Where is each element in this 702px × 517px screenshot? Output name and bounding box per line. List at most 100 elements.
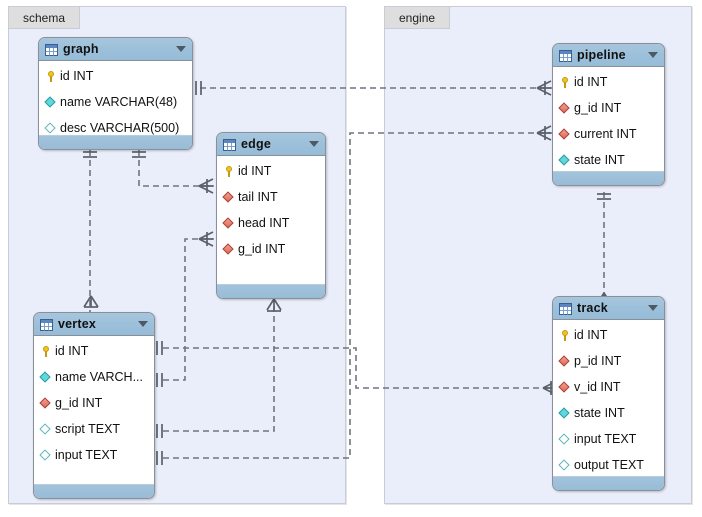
table-icon (40, 318, 53, 331)
table-graph-footer (39, 135, 192, 149)
table-icon (559, 302, 572, 315)
column-label: g_id INT (574, 101, 622, 115)
table-vertex-footer (34, 484, 154, 498)
chevron-down-icon[interactable] (648, 305, 658, 311)
chevron-down-icon[interactable] (309, 141, 319, 147)
diamond-cyan-icon (559, 155, 570, 166)
column-row[interactable]: id INT (553, 322, 664, 348)
table-vertex-header[interactable]: vertex (34, 313, 154, 336)
column-label: id INT (55, 344, 89, 358)
column-label: id INT (60, 69, 94, 83)
table-edge[interactable]: edge id INT tail INT head INT g_id INT (216, 132, 326, 299)
diamond-red-icon (559, 129, 570, 140)
diamond-red-icon (559, 103, 570, 114)
table-track-title: track (577, 301, 608, 315)
column-row[interactable]: name VARCH... (34, 364, 154, 390)
column-label: g_id INT (55, 396, 103, 410)
table-pipeline-header[interactable]: pipeline (553, 44, 664, 67)
column-label: current INT (574, 127, 637, 141)
key-icon (45, 70, 56, 82)
column-row[interactable]: input TEXT (553, 426, 664, 452)
column-row[interactable]: g_id INT (34, 390, 154, 416)
key-icon (559, 329, 570, 341)
table-vertex-title: vertex (58, 317, 97, 331)
table-edge-footer (217, 284, 325, 298)
table-track-footer (553, 476, 664, 490)
table-track[interactable]: track id INT p_id INT v_id INT state INT (552, 296, 665, 491)
chevron-down-icon[interactable] (138, 321, 148, 327)
column-label: desc VARCHAR(500) (60, 121, 180, 135)
column-label: tail INT (238, 190, 278, 204)
diamond-hollow-icon (559, 434, 570, 445)
column-label: id INT (238, 164, 272, 178)
column-row[interactable]: output TEXT (553, 452, 664, 478)
table-icon (45, 43, 58, 56)
table-edge-columns: id INT tail INT head INT g_id INT (217, 156, 325, 262)
chevron-down-icon[interactable] (648, 52, 658, 58)
column-row[interactable]: v_id INT (553, 374, 664, 400)
column-row[interactable]: name VARCHAR(48) (39, 89, 192, 115)
column-row[interactable]: script TEXT (34, 416, 154, 442)
panel-schema-tab[interactable]: schema (9, 7, 81, 29)
diamond-hollow-icon (559, 460, 570, 471)
diamond-red-icon (559, 382, 570, 393)
table-graph-header[interactable]: graph (39, 38, 192, 61)
diamond-red-icon (40, 398, 51, 409)
table-icon (559, 49, 572, 62)
diamond-red-icon (559, 356, 570, 367)
column-label: name VARCHAR(48) (60, 95, 178, 109)
chevron-down-icon[interactable] (176, 46, 186, 52)
er-diagram-canvas: schema engine graph id INT name VARCHAR(… (0, 0, 702, 517)
column-label: script TEXT (55, 422, 121, 436)
diamond-cyan-icon (45, 97, 56, 108)
table-graph[interactable]: graph id INT name VARCHAR(48) desc VARCH… (38, 37, 193, 150)
column-row[interactable]: head INT (217, 210, 325, 236)
diamond-hollow-icon (40, 424, 51, 435)
column-row[interactable]: current INT (553, 121, 664, 147)
diamond-red-icon (223, 244, 234, 255)
column-label: input TEXT (55, 448, 118, 462)
column-row[interactable]: id INT (217, 158, 325, 184)
column-row[interactable]: state INT (553, 147, 664, 173)
column-label: state INT (574, 153, 625, 167)
column-label: output TEXT (574, 458, 644, 472)
column-label: p_id INT (574, 354, 622, 368)
column-row[interactable]: state INT (553, 400, 664, 426)
table-graph-title: graph (63, 42, 99, 56)
diamond-hollow-icon (40, 450, 51, 461)
column-label: input TEXT (574, 432, 637, 446)
table-vertex-columns: id INT name VARCH... g_id INT script TEX… (34, 336, 154, 468)
table-icon (223, 138, 236, 151)
column-label: name VARCH... (55, 370, 143, 384)
table-track-header[interactable]: track (553, 297, 664, 320)
column-row[interactable]: id INT (39, 63, 192, 89)
panel-schema-label: schema (23, 11, 66, 25)
table-graph-columns: id INT name VARCHAR(48) desc VARCHAR(500… (39, 61, 192, 141)
key-icon (559, 76, 570, 88)
table-edge-title: edge (241, 137, 271, 151)
column-label: id INT (574, 75, 608, 89)
key-icon (40, 345, 51, 357)
column-row[interactable]: id INT (553, 69, 664, 95)
table-edge-header[interactable]: edge (217, 133, 325, 156)
column-label: v_id INT (574, 380, 621, 394)
diamond-red-icon (223, 192, 234, 203)
column-row[interactable]: tail INT (217, 184, 325, 210)
column-label: id INT (574, 328, 608, 342)
column-row[interactable]: id INT (34, 338, 154, 364)
column-row[interactable]: g_id INT (217, 236, 325, 262)
table-pipeline-columns: id INT g_id INT current INT state INT (553, 67, 664, 173)
key-icon (223, 165, 234, 177)
table-pipeline-title: pipeline (577, 48, 626, 62)
diamond-hollow-icon (45, 123, 56, 134)
table-vertex[interactable]: vertex id INT name VARCH... g_id INT scr… (33, 312, 155, 499)
table-pipeline[interactable]: pipeline id INT g_id INT current INT sta… (552, 43, 665, 186)
column-row[interactable]: p_id INT (553, 348, 664, 374)
diamond-cyan-icon (559, 408, 570, 419)
column-row[interactable]: input TEXT (34, 442, 154, 468)
panel-engine-tab[interactable]: engine (385, 7, 451, 29)
table-track-columns: id INT p_id INT v_id INT state INT input… (553, 320, 664, 478)
diamond-cyan-icon (40, 372, 51, 383)
column-row[interactable]: g_id INT (553, 95, 664, 121)
column-label: state INT (574, 406, 625, 420)
